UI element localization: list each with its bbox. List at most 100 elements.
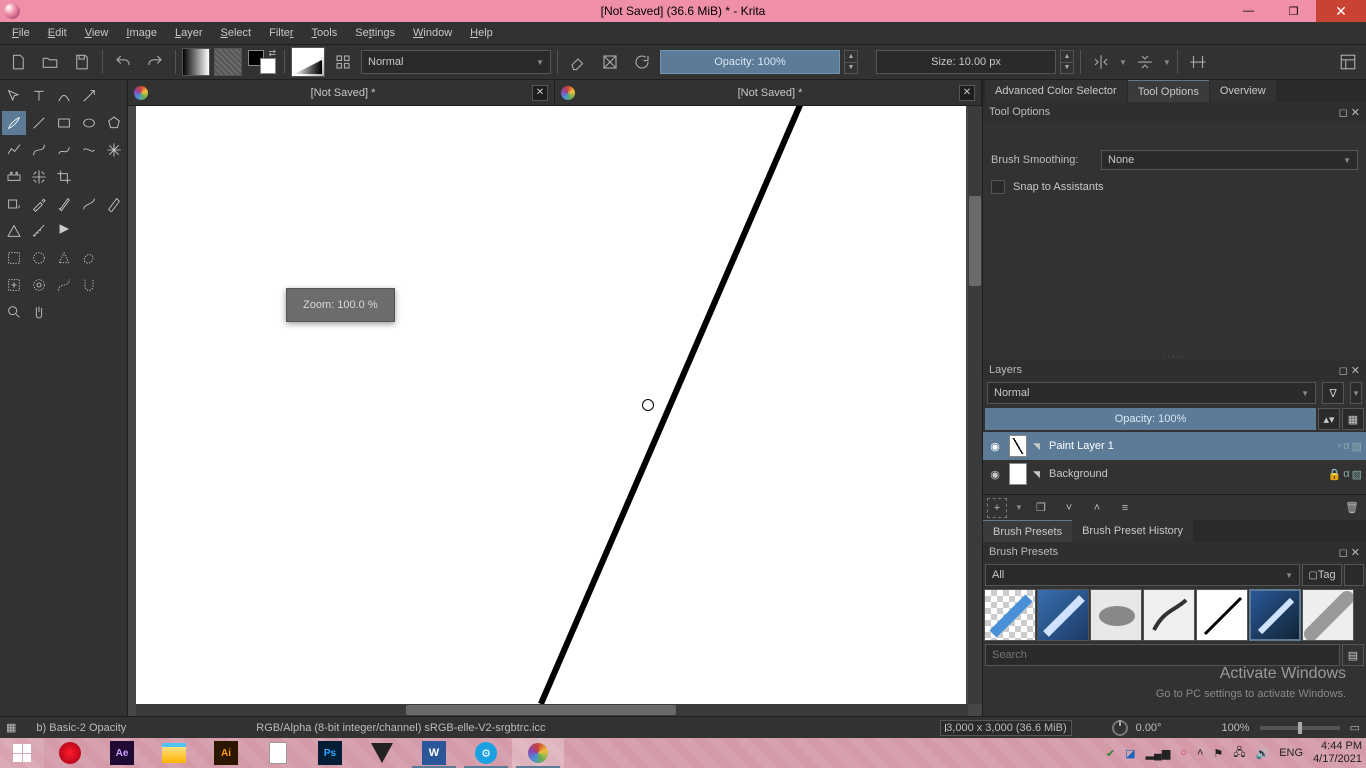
tool-dynamic-brush[interactable] [77, 138, 101, 162]
preset-search-input[interactable] [985, 644, 1340, 666]
gradient-swatch[interactable] [182, 48, 210, 76]
brush-preset[interactable] [1090, 589, 1142, 641]
tray-volume-icon[interactable]: 🔊 [1256, 747, 1270, 760]
alpha-lock-button[interactable] [596, 48, 624, 76]
blend-mode-select[interactable]: Normal▼ [361, 50, 551, 74]
menu-layer[interactable]: Layer [167, 25, 211, 41]
layer-extra-icon[interactable]: ▨ [1352, 440, 1362, 453]
close-button[interactable]: ✕ [1316, 0, 1366, 22]
maximize-button[interactable]: ❐ [1271, 0, 1316, 22]
menu-select[interactable]: Select [213, 25, 260, 41]
taskbar-krita[interactable] [512, 738, 564, 768]
open-file-button[interactable] [36, 48, 64, 76]
tool-edit-shapes[interactable] [52, 84, 76, 108]
tool-move[interactable] [2, 165, 26, 189]
opacity-spin[interactable]: ▲▼ [844, 50, 858, 74]
tray-wifi-icon[interactable]: ▂▄▆ [1146, 747, 1171, 760]
wrap-around-button[interactable] [1184, 48, 1212, 76]
tool-bezier[interactable] [27, 138, 51, 162]
preset-tag-button[interactable]: ▢ Tag [1302, 564, 1342, 586]
mirror-h-button[interactable] [1087, 48, 1115, 76]
tool-gradient[interactable] [102, 192, 126, 216]
panel-drag-handle[interactable]: ····· [983, 352, 1366, 360]
add-layer-button[interactable]: + [987, 498, 1007, 518]
tool-smart-fill[interactable] [52, 192, 76, 216]
tool-line[interactable] [27, 111, 51, 135]
brush-preset[interactable] [1143, 589, 1195, 641]
opacity-slider[interactable]: Opacity: 100% [660, 50, 840, 74]
move-down-button[interactable]: ˅ [1059, 498, 1079, 518]
tool-select-free[interactable] [77, 246, 101, 270]
horizontal-scrollbar[interactable] [136, 704, 968, 716]
eraser-toggle[interactable] [564, 48, 592, 76]
doc-tab-1[interactable]: [Not Saved] * ✕ [128, 80, 555, 105]
tool-brush[interactable] [2, 111, 26, 135]
preset-storage-button[interactable]: ▤ [1342, 644, 1364, 666]
layer-props-button[interactable]: ▦ [1342, 408, 1364, 430]
tray-chevron-up-icon[interactable]: ˄ [1197, 747, 1203, 759]
tool-polyline[interactable] [2, 138, 26, 162]
mirror-v-button[interactable] [1131, 48, 1159, 76]
tool-calligraphy[interactable] [77, 84, 101, 108]
brush-preset[interactable] [1196, 589, 1248, 641]
taskbar-inkscape[interactable] [356, 738, 408, 768]
tool-select-similar[interactable] [27, 273, 51, 297]
tool-select-poly[interactable] [52, 246, 76, 270]
zoom-slider[interactable] [1260, 726, 1340, 730]
brush-preset[interactable] [1302, 589, 1354, 641]
visibility-icon[interactable]: ◉ [987, 468, 1003, 481]
tool-text[interactable] [27, 84, 51, 108]
tool-select-bezier[interactable] [52, 273, 76, 297]
vertical-scrollbar[interactable] [968, 106, 982, 704]
layer-opacity-slider[interactable]: Opacity: 100% [985, 408, 1316, 430]
tool-fill[interactable] [2, 192, 26, 216]
visibility-icon[interactable]: ◉ [987, 440, 1003, 453]
tool-polygon[interactable] [102, 111, 126, 135]
layer-filter-button[interactable]: ∇ [1322, 382, 1344, 404]
layer-locked-icon[interactable]: ▫ [1337, 440, 1341, 453]
tray-clock[interactable]: 4:44 PM4/17/2021 [1313, 740, 1362, 766]
tool-assistants[interactable] [2, 219, 26, 243]
start-button[interactable] [0, 738, 44, 768]
duplicate-layer-button[interactable]: ❐ [1031, 498, 1051, 518]
layer-opacity-spin[interactable]: ▴▾ [1318, 408, 1340, 430]
rotation-dial[interactable] [1112, 720, 1128, 736]
tray-flag-icon[interactable]: ⚑ [1213, 747, 1223, 760]
layer-row[interactable]: ◉ ◥ Background 🔒α▨ [983, 460, 1366, 488]
save-file-button[interactable] [68, 48, 96, 76]
tool-freehand-path[interactable] [52, 138, 76, 162]
select-mode-icon[interactable]: ▦ [6, 721, 16, 734]
taskbar-aftereffects[interactable]: Ae [96, 738, 148, 768]
tool-transform[interactable] [2, 84, 26, 108]
fg-bg-color[interactable]: ⇄ [246, 48, 278, 76]
taskbar-notepad[interactable] [252, 738, 304, 768]
menu-help[interactable]: Help [462, 25, 501, 41]
workspace-chooser[interactable] [1334, 48, 1362, 76]
taskbar-explorer[interactable] [148, 738, 200, 768]
tab-advanced-color[interactable]: Advanced Color Selector [985, 80, 1127, 102]
tool-pattern-edit[interactable] [77, 192, 101, 216]
menu-file[interactable]: File [4, 25, 38, 41]
tray-app-icon[interactable]: ◪ [1125, 747, 1135, 760]
status-dims[interactable]: 3,000 x 3,000 (36.6 MiB) [940, 720, 1072, 736]
tool-ellipse[interactable] [77, 111, 101, 135]
tool-measure[interactable] [27, 219, 51, 243]
brush-preset[interactable] [1037, 589, 1089, 641]
doc-tab-2[interactable]: [Not Saved] * ✕ [555, 80, 982, 105]
tool-color-picker[interactable] [27, 192, 51, 216]
tool-multibrush[interactable] [102, 138, 126, 162]
pattern-swatch[interactable] [214, 48, 242, 76]
menu-filter[interactable]: Filter [261, 25, 301, 41]
size-spin[interactable]: ▲▼ [1060, 50, 1074, 74]
menu-settings[interactable]: Settings [347, 25, 403, 41]
taskbar-opera[interactable] [44, 738, 96, 768]
tray-security-icon[interactable]: ✔ [1106, 747, 1115, 760]
tool-select-ellipse[interactable] [27, 246, 51, 270]
layer-settings-button[interactable]: ≡ [1115, 498, 1135, 518]
snap-checkbox[interactable] [991, 180, 1005, 194]
brush-preset[interactable] [1249, 589, 1301, 641]
brush-smoothing-select[interactable]: None▼ [1101, 150, 1358, 170]
taskbar-word[interactable]: W [408, 738, 460, 768]
menu-image[interactable]: Image [118, 25, 165, 41]
tool-select-rect[interactable] [2, 246, 26, 270]
